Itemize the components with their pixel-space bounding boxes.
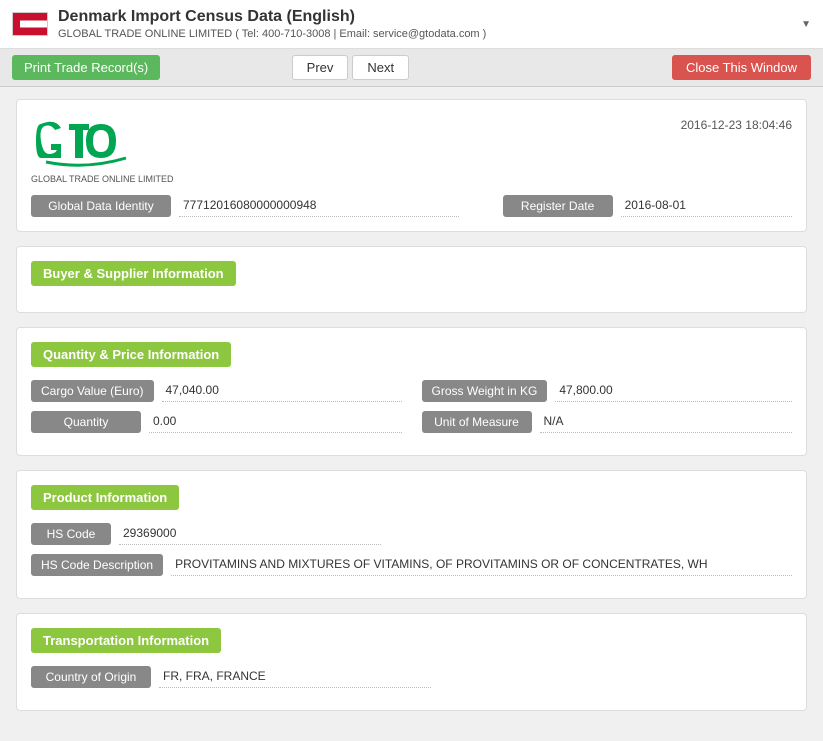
hs-desc-row: HS Code Description PROVITAMINS AND MIXT… bbox=[31, 553, 792, 576]
uom-field: Unit of Measure N/A bbox=[422, 410, 793, 433]
product-info-card: Product Information HS Code 29369000 HS … bbox=[16, 470, 807, 599]
cargo-gross-row: Cargo Value (Euro) 47,040.00 Gross Weigh… bbox=[31, 379, 792, 402]
hs-desc-value: PROVITAMINS AND MIXTURES OF VITAMINS, OF… bbox=[171, 553, 792, 576]
country-origin-row: Country of Origin FR, FRA, FRANCE bbox=[31, 665, 792, 688]
register-date-label: Register Date bbox=[503, 195, 613, 217]
quantity-value: 0.00 bbox=[149, 410, 402, 433]
close-button[interactable]: Close This Window bbox=[672, 55, 811, 80]
gross-weight-label: Gross Weight in KG bbox=[422, 380, 548, 402]
header-title-area: Denmark Import Census Data (English) GLO… bbox=[58, 8, 791, 40]
quantity-uom-row: Quantity 0.00 Unit of Measure N/A bbox=[31, 410, 792, 433]
dropdown-arrow-icon[interactable]: ▼ bbox=[801, 19, 811, 30]
flag-icon bbox=[12, 12, 48, 36]
country-origin-label: Country of Origin bbox=[31, 666, 151, 688]
country-origin-value: FR, FRA, FRANCE bbox=[159, 665, 431, 688]
nav-buttons: Prev Next bbox=[292, 55, 409, 80]
global-id-row: Global Data Identity 7771201608000000094… bbox=[31, 194, 792, 217]
product-info-header: Product Information bbox=[31, 485, 179, 510]
cargo-value-label: Cargo Value (Euro) bbox=[31, 380, 154, 402]
buyer-supplier-card: Buyer & Supplier Information bbox=[16, 246, 807, 313]
next-button[interactable]: Next bbox=[352, 55, 409, 80]
buyer-supplier-header: Buyer & Supplier Information bbox=[31, 261, 236, 286]
country-origin-field: Country of Origin FR, FRA, FRANCE bbox=[31, 665, 431, 688]
gross-weight-value: 47,800.00 bbox=[555, 379, 792, 402]
uom-label: Unit of Measure bbox=[422, 411, 532, 433]
logo-area: GLOBAL TRADE ONLINE LIMITED bbox=[31, 114, 174, 184]
gross-weight-field: Gross Weight in KG 47,800.00 bbox=[422, 379, 793, 402]
quantity-price-card: Quantity & Price Information Cargo Value… bbox=[16, 327, 807, 456]
print-button[interactable]: Print Trade Record(s) bbox=[12, 55, 160, 80]
cargo-value-value: 47,040.00 bbox=[162, 379, 402, 402]
main-content: GLOBAL TRADE ONLINE LIMITED 2016-12-23 1… bbox=[0, 87, 823, 737]
gto-logo bbox=[31, 114, 141, 169]
global-identity-value: 77712016080000000948 bbox=[179, 194, 459, 217]
hs-desc-label: HS Code Description bbox=[31, 554, 163, 576]
toolbar: Print Trade Record(s) Prev Next Close Th… bbox=[0, 49, 823, 87]
cargo-value-field: Cargo Value (Euro) 47,040.00 bbox=[31, 379, 402, 402]
prev-button[interactable]: Prev bbox=[292, 55, 349, 80]
logo-subtitle: GLOBAL TRADE ONLINE LIMITED bbox=[31, 174, 174, 184]
top-info-card: GLOBAL TRADE ONLINE LIMITED 2016-12-23 1… bbox=[16, 99, 807, 232]
transportation-card: Transportation Information Country of Or… bbox=[16, 613, 807, 711]
quantity-label: Quantity bbox=[31, 411, 141, 433]
logo-timestamp-row: GLOBAL TRADE ONLINE LIMITED 2016-12-23 1… bbox=[31, 114, 792, 184]
hs-code-field: HS Code 29369000 bbox=[31, 522, 381, 545]
app-header: Denmark Import Census Data (English) GLO… bbox=[0, 0, 823, 49]
hs-code-value: 29369000 bbox=[119, 522, 381, 545]
register-date-value: 2016-08-01 bbox=[621, 194, 792, 217]
hs-desc-field: HS Code Description PROVITAMINS AND MIXT… bbox=[31, 553, 792, 576]
hs-code-row: HS Code 29369000 bbox=[31, 522, 792, 545]
transportation-header: Transportation Information bbox=[31, 628, 221, 653]
global-identity-label: Global Data Identity bbox=[31, 195, 171, 217]
company-info: GLOBAL TRADE ONLINE LIMITED ( Tel: 400-7… bbox=[58, 28, 791, 40]
record-timestamp: 2016-12-23 18:04:46 bbox=[681, 118, 792, 132]
uom-value: N/A bbox=[540, 410, 793, 433]
quantity-price-header: Quantity & Price Information bbox=[31, 342, 231, 367]
app-title: Denmark Import Census Data (English) bbox=[58, 8, 791, 26]
quantity-field: Quantity 0.00 bbox=[31, 410, 402, 433]
hs-code-label: HS Code bbox=[31, 523, 111, 545]
